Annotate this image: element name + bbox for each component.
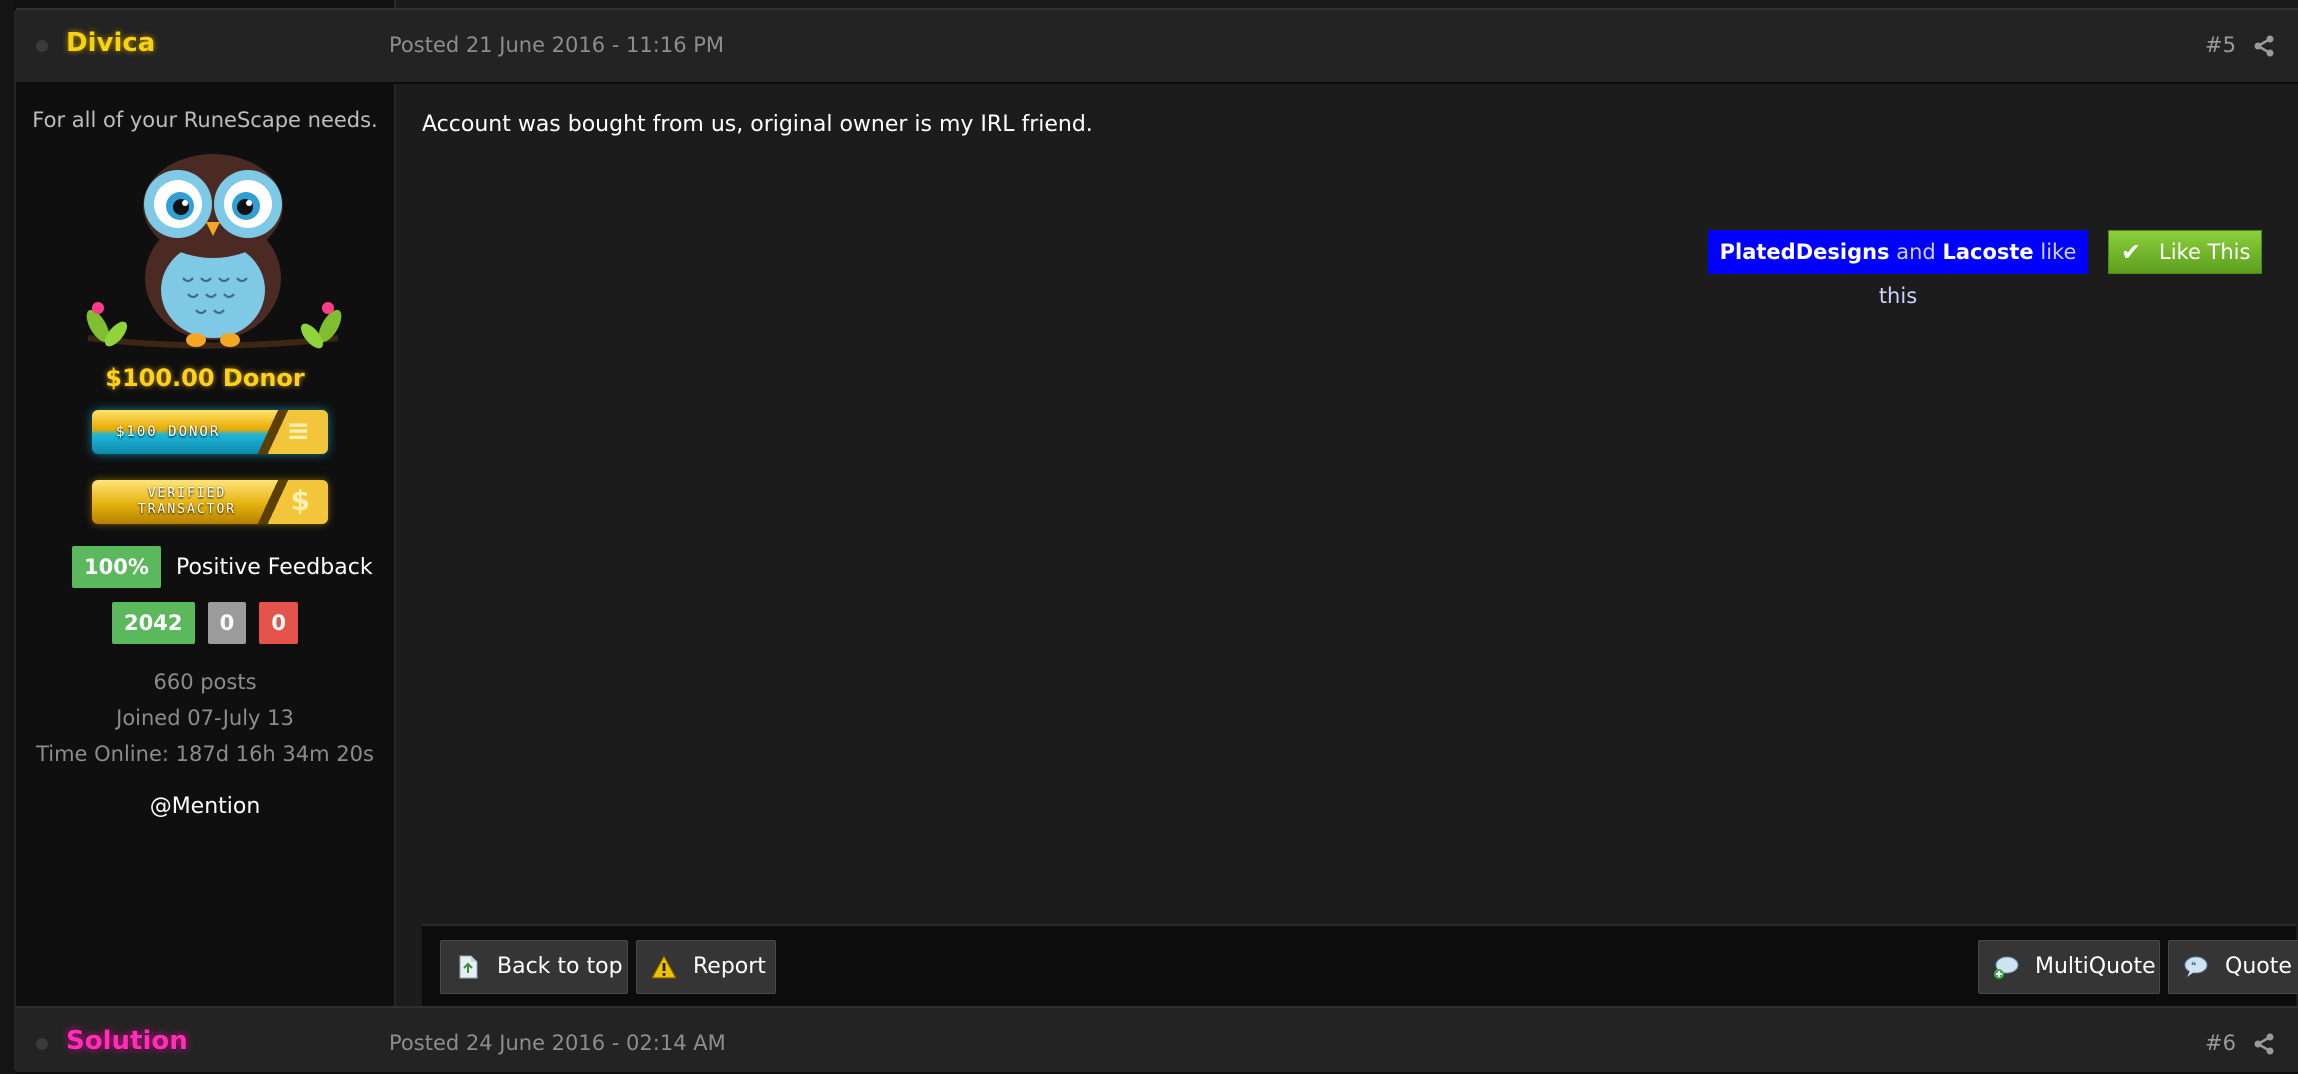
post-number-link[interactable]: #5 <box>2205 33 2236 57</box>
post-content: Account was bought from us, original own… <box>396 84 2298 1008</box>
document-icon <box>459 955 478 979</box>
positive-feedback-count[interactable]: 2042 <box>112 602 195 644</box>
post-date: Posted 24 June 2016 - 02:14 AM <box>389 1031 726 1055</box>
feedback-summary: 100% Positive Feedback <box>72 546 373 588</box>
quote-button[interactable]: ❝ Quote <box>2168 940 2298 994</box>
share-icon[interactable] <box>2252 34 2276 58</box>
like-user-link[interactable]: PlatedDesigns <box>1720 240 1890 264</box>
multiquote-label: MultiQuote <box>2035 954 2156 979</box>
negative-feedback-count[interactable]: 0 <box>259 602 298 644</box>
donor-group: $100.00 Donor <box>105 364 305 392</box>
online-status-icon <box>36 40 48 52</box>
author-sidebar: For all of your RuneScape needs. $100.00… <box>16 84 396 1006</box>
likes-joiner: and <box>1896 240 1936 264</box>
post-header: Solution Posted 24 June 2016 - 02:14 AM … <box>16 1006 2298 1074</box>
join-date: Joined 07-July 13 <box>116 706 294 730</box>
mention-link[interactable]: @Mention <box>16 794 394 819</box>
dollar-icon: $ <box>290 484 310 517</box>
donor-badge: $100 DONOR ≡ <box>92 410 328 454</box>
multiquote-button[interactable]: MultiQuote <box>1978 940 2160 994</box>
quote-icon: ❝ <box>2184 956 2208 977</box>
member-title: For all of your RuneScape needs. <box>32 108 378 132</box>
like-button-label: Like This <box>2159 240 2251 264</box>
neutral-feedback-count[interactable]: 0 <box>207 602 247 644</box>
post-count: 660 posts <box>153 670 257 694</box>
like-user-link[interactable]: Lacoste <box>1942 240 2033 264</box>
coins-icon: ≡ <box>286 414 310 447</box>
donor-badge-label: $100 DONOR <box>116 424 221 440</box>
time-online: Time Online: 187d 16h 34m 20s <box>36 742 374 766</box>
warning-icon <box>651 954 677 979</box>
owl-icon[interactable] <box>68 148 358 442</box>
online-status-icon <box>36 1038 48 1050</box>
feedback-counts: 2042 0 0 <box>16 602 394 644</box>
report-label: Report <box>693 954 766 979</box>
likes-summary: PlatedDesigns and Lacoste like this <box>1708 230 2088 308</box>
check-icon: ✔ <box>2121 238 2142 266</box>
back-to-top-label: Back to top <box>497 954 623 979</box>
feedback-label[interactable]: Positive Feedback <box>176 555 373 580</box>
post-header: Divica Posted 21 June 2016 - 11:16 PM #5 <box>16 8 2298 84</box>
multiquote-icon <box>1994 956 2019 979</box>
author-username[interactable]: Divica <box>66 28 155 58</box>
feedback-percent[interactable]: 100% <box>72 546 161 588</box>
post-controls: Back to top Report MultiQuote ❝ Quote <box>422 924 2298 1008</box>
verified-badge-label: VERIFIED TRANSACTOR <box>137 486 237 517</box>
author-username[interactable]: Solution <box>66 1026 188 1056</box>
svg-text:❝: ❝ <box>2191 961 2196 972</box>
quote-label: Quote <box>2225 954 2292 979</box>
post-date: Posted 21 June 2016 - 11:16 PM <box>389 33 725 57</box>
share-icon[interactable] <box>2252 1032 2276 1056</box>
report-button[interactable]: Report <box>636 940 776 994</box>
post-number-link[interactable]: #6 <box>2205 1031 2236 1055</box>
back-to-top-button[interactable]: Back to top <box>440 940 628 994</box>
verified-transactor-badge: VERIFIED TRANSACTOR $ <box>92 480 328 524</box>
post-body: Account was bought from us, original own… <box>422 112 1093 137</box>
like-button[interactable]: ✔ Like This <box>2108 230 2262 274</box>
